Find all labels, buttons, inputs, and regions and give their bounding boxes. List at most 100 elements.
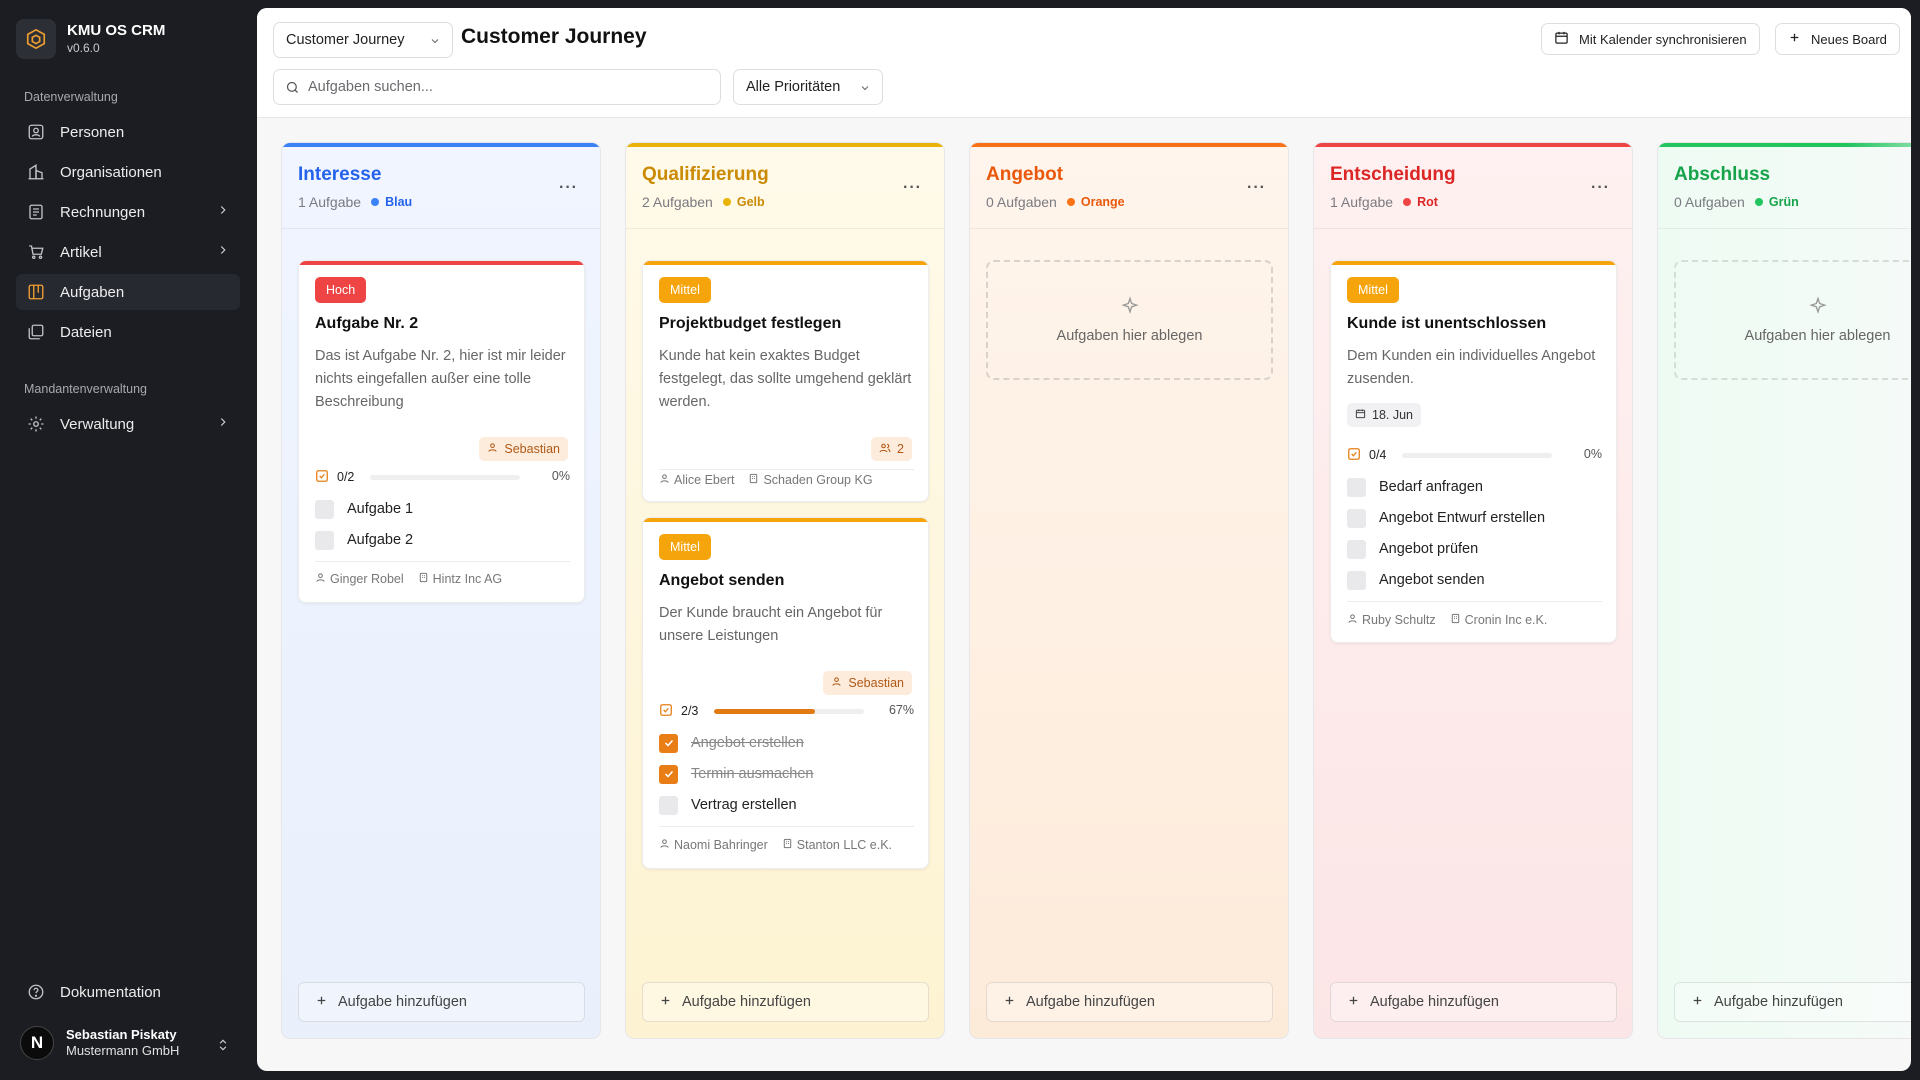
company-name[interactable]: Cronin Inc e.K. [1465, 613, 1548, 627]
sidebar-item-aufgaben[interactable]: Aufgaben [16, 274, 240, 310]
company-name[interactable]: Schaden Group KG [763, 473, 872, 487]
subtask-item[interactable]: Aufgabe 2 [315, 529, 413, 551]
new-board-label: Neues Board [1811, 31, 1887, 47]
user-icon [1347, 613, 1358, 627]
more-icon[interactable]: ··· [1591, 179, 1610, 197]
add-task-button[interactable]: Aufgabe hinzufügen [298, 982, 585, 1022]
subtask-item[interactable]: Bedarf anfragen [1347, 476, 1483, 498]
add-task-label: Aufgabe hinzufügen [1714, 994, 1843, 1010]
add-task-button[interactable]: Aufgabe hinzufügen [1330, 982, 1617, 1022]
column-header: Interesse 1 Aufgabe Blau ··· [282, 147, 600, 229]
subtask-item[interactable]: Termin ausmachen [659, 763, 814, 785]
search-input[interactable] [308, 79, 720, 95]
kanban-icon [26, 282, 46, 302]
company-icon [1450, 613, 1461, 627]
sidebar-item-organisationen[interactable]: Organisationen [16, 154, 240, 190]
task-card[interactable]: Mittel Kunde ist unentschlossen Dem Kund… [1330, 260, 1617, 643]
checklist-icon [1347, 447, 1361, 464]
column-title: Qualifizierung [642, 164, 769, 185]
subtask-checkbox[interactable] [1347, 508, 1366, 528]
sidebar-item-dokumentation[interactable]: Dokumentation [16, 974, 240, 1010]
sidebar-item-verwaltung[interactable]: Verwaltung [16, 406, 240, 442]
card-footer: Ruby Schultz Cronin Inc e.K. [1347, 613, 1547, 627]
priority-badge: Mittel [659, 534, 711, 560]
contact-person[interactable]: Ruby Schultz [1362, 613, 1436, 627]
subtask-checkbox[interactable] [659, 795, 678, 815]
checklist-progress: 0/4 0% [1347, 446, 1602, 464]
contact-person[interactable]: Ginger Robel [330, 572, 404, 586]
card-description: Kunde hat kein exaktes Budget festgelegt… [659, 348, 912, 410]
add-task-button[interactable]: Aufgabe hinzufügen [986, 982, 1273, 1022]
plus-icon [315, 994, 328, 1011]
sidebar-item-artikel[interactable]: Artikel [16, 234, 240, 270]
sidebar-item-label: Dokumentation [60, 983, 161, 1001]
subtask-label: Aufgabe 2 [347, 532, 414, 548]
subtask-item[interactable]: Angebot erstellen [659, 732, 804, 754]
assignees-count: 2 [897, 442, 904, 456]
subtask-item[interactable]: Aufgabe 1 [315, 498, 413, 520]
progress-percent: 0% [1583, 447, 1602, 461]
column-entscheidung: Entscheidung 1 Aufgabe Rot ··· Mittel Ku… [1313, 142, 1633, 1039]
add-task-button[interactable]: Aufgabe hinzufügen [642, 982, 929, 1022]
sidebar-item-rechnungen[interactable]: Rechnungen [16, 194, 240, 230]
progress-bar [1402, 453, 1552, 458]
search-box[interactable] [273, 69, 721, 105]
brand[interactable]: KMU OS CRM v0.6.0 [16, 19, 165, 59]
company-name[interactable]: Stanton LLC e.K. [797, 838, 892, 852]
sidebar-item-dateien[interactable]: Dateien [16, 314, 240, 350]
subtask-item[interactable]: Vertrag erstellen [659, 794, 797, 816]
subtask-label: Vertrag erstellen [691, 797, 797, 813]
persons-icon [26, 122, 46, 142]
chevron-right-icon [216, 415, 230, 433]
add-task-label: Aufgabe hinzufügen [338, 994, 467, 1010]
assignee-chip[interactable]: Sebastian [479, 437, 568, 461]
column-count: 0 Aufgaben [986, 194, 1057, 210]
more-icon[interactable]: ··· [559, 179, 578, 197]
nav-section-tenant: Mandantenverwaltung [24, 382, 147, 396]
subtask-checkbox[interactable] [1347, 477, 1366, 497]
column-meta: 1 Aufgabe Rot [1330, 194, 1438, 210]
user-name: Sebastian Piskaty [66, 1027, 177, 1042]
divider [659, 826, 914, 827]
subtask-item[interactable]: Angebot prüfen [1347, 538, 1478, 560]
main-area: Customer Journey Customer Journey Mit Ka… [257, 8, 1911, 1071]
subtask-checkbox-checked[interactable] [659, 764, 678, 784]
subtask-checkbox[interactable] [315, 530, 334, 550]
card-title: Angebot senden [659, 572, 785, 589]
board-select[interactable]: Customer Journey [273, 22, 453, 58]
priority-badge: Mittel [659, 277, 711, 303]
assignee-chip[interactable]: Sebastian [823, 671, 912, 695]
more-icon[interactable]: ··· [903, 179, 922, 197]
task-card[interactable]: Mittel Projektbudget festlegen Kunde hat… [642, 260, 929, 502]
checklist-progress: 0/2 0% [315, 468, 570, 486]
calendar-sync-button[interactable]: Mit Kalender synchronisieren [1541, 23, 1760, 55]
contact-person[interactable]: Naomi Bahringer [674, 838, 768, 852]
user-menu[interactable]: N Sebastian Piskaty Mustermann GmbH [20, 1026, 179, 1060]
task-card[interactable]: Hoch Aufgabe Nr. 2 Das ist Aufgabe Nr. 2… [298, 260, 585, 603]
due-date-chip[interactable]: 18. Jun [1347, 403, 1422, 427]
subtask-checkbox[interactable] [315, 499, 334, 519]
subtask-label: Aufgabe 1 [347, 501, 414, 517]
company-name[interactable]: Hintz Inc AG [433, 572, 502, 586]
drop-zone[interactable]: Aufgaben hier ablegen [1674, 260, 1911, 380]
chevron-up-down-icon[interactable] [216, 1037, 230, 1058]
subtask-item[interactable]: Angebot Entwurf erstellen [1347, 507, 1545, 529]
more-icon[interactable]: ··· [1247, 179, 1266, 197]
add-task-button[interactable]: Aufgabe hinzufügen [1674, 982, 1911, 1022]
priority-select[interactable]: Alle Prioritäten [733, 69, 883, 105]
new-board-button[interactable]: Neues Board [1775, 23, 1900, 55]
drop-zone[interactable]: Aufgaben hier ablegen [986, 260, 1273, 380]
subtask-checkbox[interactable] [1347, 570, 1366, 590]
subtask-checkbox-checked[interactable] [659, 733, 678, 753]
sidebar-item-personen[interactable]: Personen [16, 114, 240, 150]
plus-icon [1003, 994, 1016, 1011]
subtask-item[interactable]: Angebot senden [1347, 569, 1485, 591]
plus-icon [659, 994, 672, 1011]
user-icon [831, 676, 842, 690]
contact-person[interactable]: Alice Ebert [674, 473, 734, 487]
task-card[interactable]: Mittel Angebot senden Der Kunde braucht … [642, 517, 929, 869]
subtask-label: Termin ausmachen [691, 766, 814, 782]
assignees-chip[interactable]: 2 [871, 437, 912, 461]
subtask-checkbox[interactable] [1347, 539, 1366, 559]
sidebar-item-label: Dateien [60, 323, 112, 341]
